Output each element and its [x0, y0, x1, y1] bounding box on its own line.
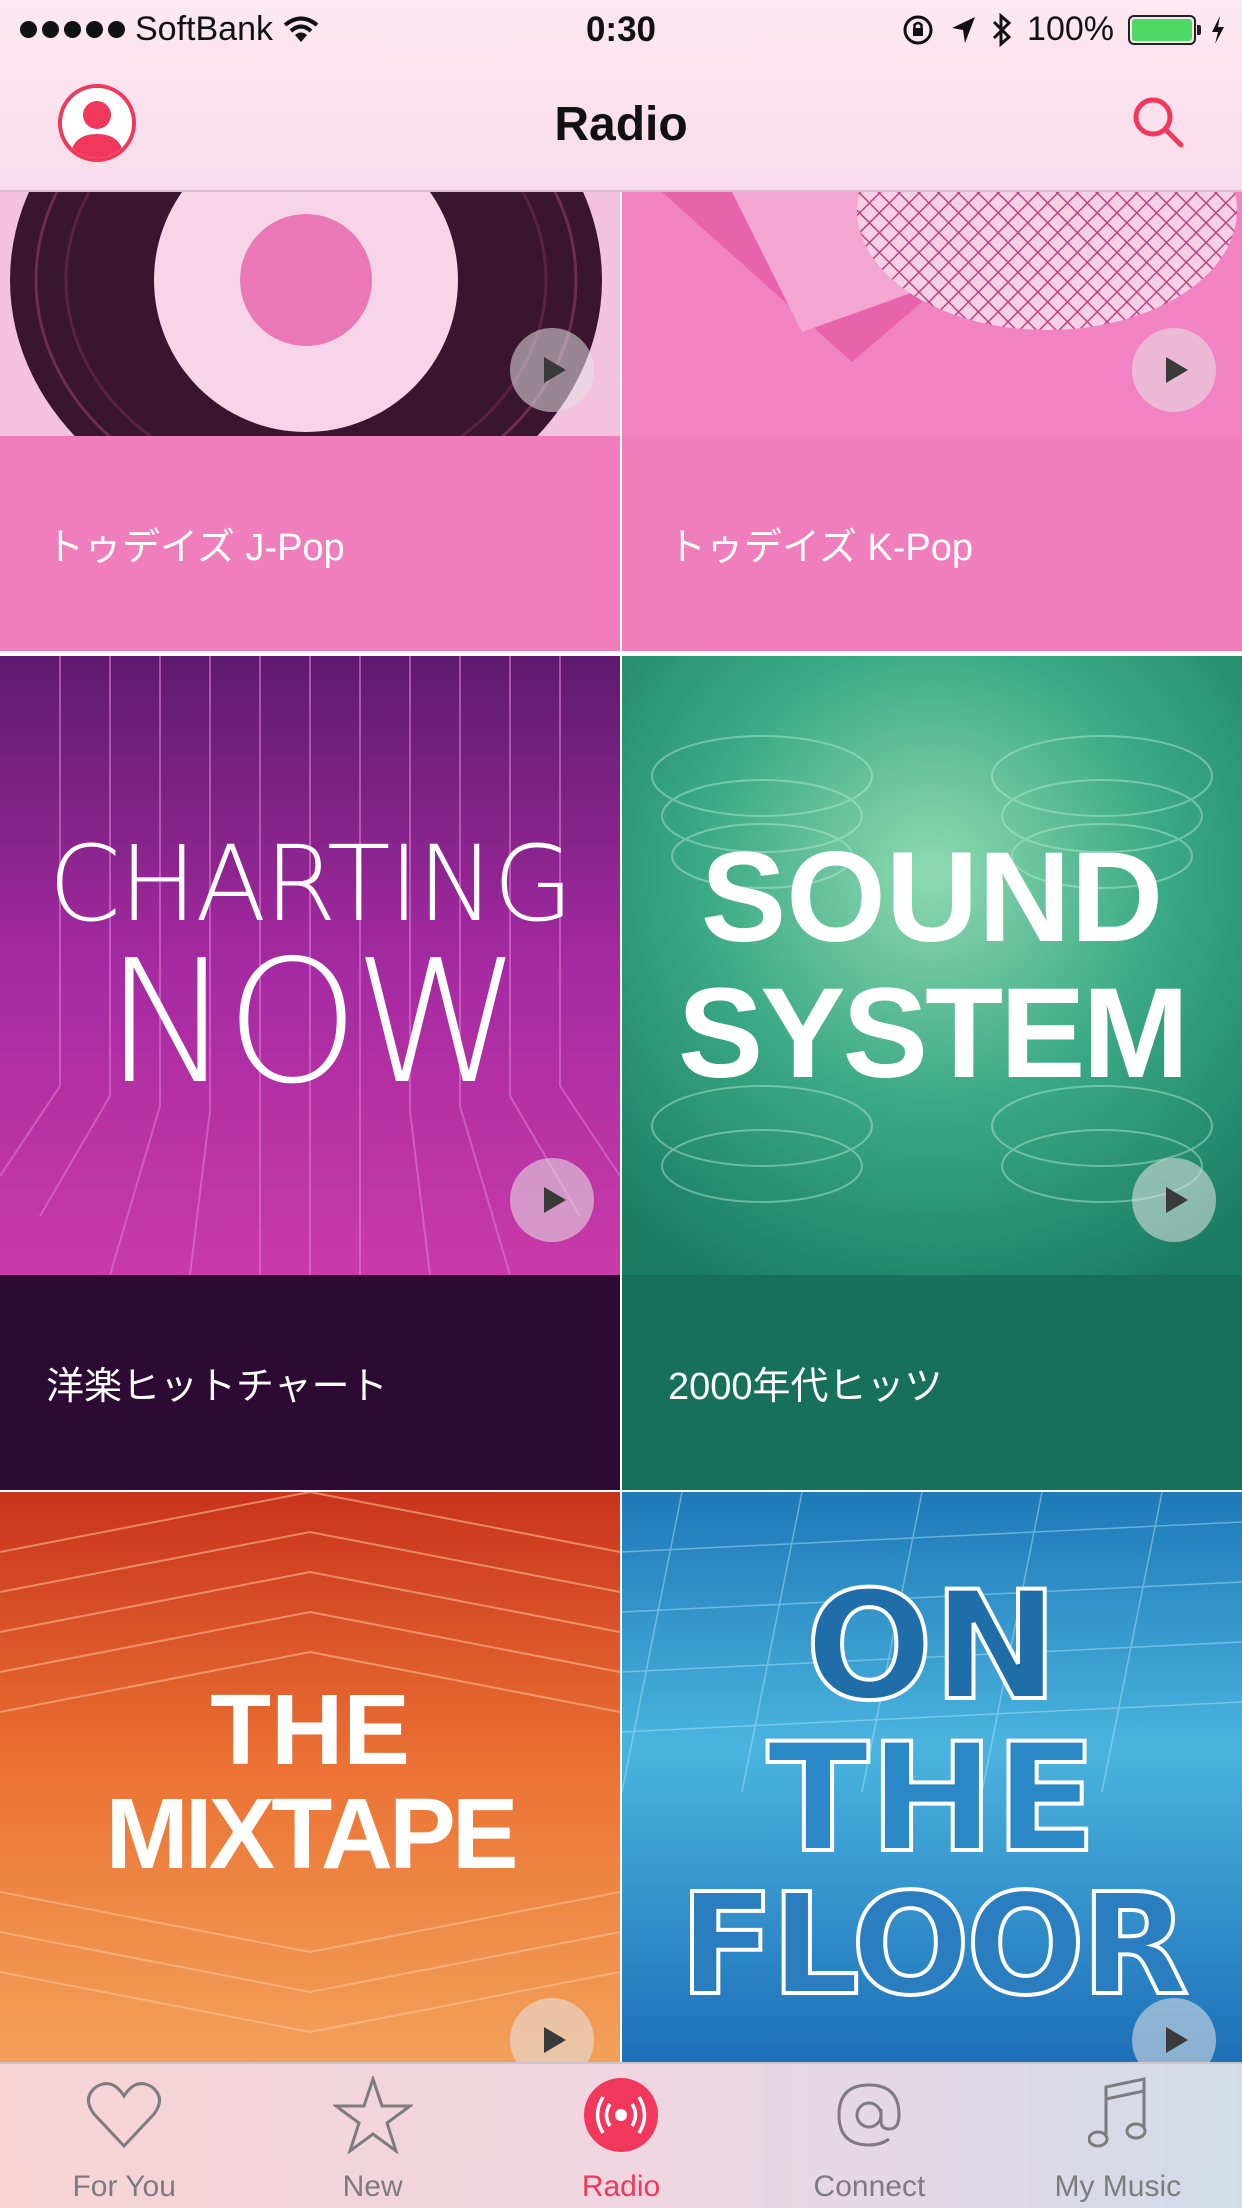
- play-icon: [1166, 1187, 1188, 1213]
- play-icon: [544, 357, 566, 383]
- station-artwork: [0, 192, 620, 436]
- battery-icon: [1128, 14, 1201, 45]
- station-art-title-line1: ON: [803, 1560, 1060, 1734]
- tab-my-music[interactable]: My Music: [994, 2064, 1242, 2208]
- station-art-title-line2: THE: [765, 1712, 1099, 1886]
- station-tile-sound-system[interactable]: SOUND SYSTEM 2000年代ヒッツ: [622, 656, 1242, 1490]
- location-arrow-icon: [952, 16, 976, 43]
- station-label: トゥデイズ J-Pop: [0, 436, 620, 651]
- tab-for-you[interactable]: For You: [0, 2064, 248, 2208]
- station-tile-mixtape[interactable]: THE MIXTAPE: [0, 1492, 620, 2062]
- station-tile-jpop[interactable]: トゥデイズ J-Pop: [0, 192, 620, 654]
- at-icon: [828, 2074, 910, 2156]
- tab-bar: For You New Radio Connect My Music: [0, 2062, 1242, 2208]
- play-button[interactable]: [1132, 1158, 1216, 1242]
- tab-label: New: [342, 2170, 403, 2203]
- station-artwork: SOUND SYSTEM: [622, 656, 1242, 1275]
- play-icon: [544, 1187, 566, 1213]
- charging-bolt-icon: [1212, 15, 1224, 44]
- tab-label: Radio: [581, 2170, 661, 2203]
- station-art-title-line2: SYSTEM: [677, 962, 1189, 1105]
- tab-new[interactable]: New: [248, 2064, 496, 2208]
- station-art-title-line2: NOW: [104, 924, 521, 1122]
- status-right: 100%: [901, 10, 1226, 49]
- station-artwork: CHARTING NOW: [0, 656, 620, 1275]
- rotation-lock-icon: [903, 15, 933, 44]
- tab-label: My Music: [1054, 2170, 1182, 2203]
- status-bar: SoftBank 0:30 100%: [0, 0, 1242, 60]
- play-button[interactable]: [1132, 328, 1216, 412]
- tab-label: Connect: [813, 2170, 926, 2203]
- station-artwork: ON THE FLOOR: [622, 1492, 1242, 2062]
- battery-percent: 100%: [1027, 10, 1114, 48]
- station-art-title-line3: FLOOR: [677, 1864, 1191, 2027]
- station-tile-on-the-floor[interactable]: ON THE FLOOR: [622, 1492, 1242, 2062]
- play-button[interactable]: [510, 1158, 594, 1242]
- station-grid: トゥデイズ J-Pop トゥデイズ K-Pop CHARTING NOW 洋楽ヒ…: [0, 192, 1242, 2062]
- station-label: トゥデイズ K-Pop: [622, 436, 1242, 651]
- station-artwork: THE MIXTAPE: [0, 1492, 620, 2062]
- station-label: 2000年代ヒッツ: [622, 1275, 1242, 1490]
- station-art-title-line1: CHARTING: [48, 823, 573, 945]
- search-icon[interactable]: [1130, 94, 1186, 150]
- station-art-title-line1: SOUND: [700, 826, 1164, 969]
- music-note-icon: [1077, 2074, 1159, 2156]
- radio-icon: [580, 2074, 662, 2156]
- station-artwork: [622, 192, 1242, 436]
- tab-label: For You: [72, 2170, 176, 2203]
- station-tile-kpop[interactable]: トゥデイズ K-Pop: [622, 192, 1242, 654]
- tab-radio[interactable]: Radio: [497, 2064, 745, 2208]
- tab-connect[interactable]: Connect: [745, 2064, 993, 2208]
- station-art-title-line1: THE: [210, 1674, 410, 1786]
- heart-icon: [83, 2074, 165, 2156]
- play-icon: [1166, 357, 1188, 383]
- bluetooth-icon: [992, 12, 1012, 47]
- play-button[interactable]: [510, 328, 594, 412]
- top-bar: SoftBank 0:30 100% Radio: [0, 0, 1242, 192]
- play-icon: [544, 2027, 566, 2053]
- star-icon: [332, 2074, 414, 2156]
- station-tile-charting-now[interactable]: CHARTING NOW 洋楽ヒットチャート: [0, 656, 620, 1490]
- station-art-title-line2: MIXTAPE: [105, 1778, 518, 1890]
- page-title: Radio: [554, 98, 688, 151]
- station-label: 洋楽ヒットチャート: [0, 1275, 620, 1490]
- play-icon: [1166, 2027, 1188, 2053]
